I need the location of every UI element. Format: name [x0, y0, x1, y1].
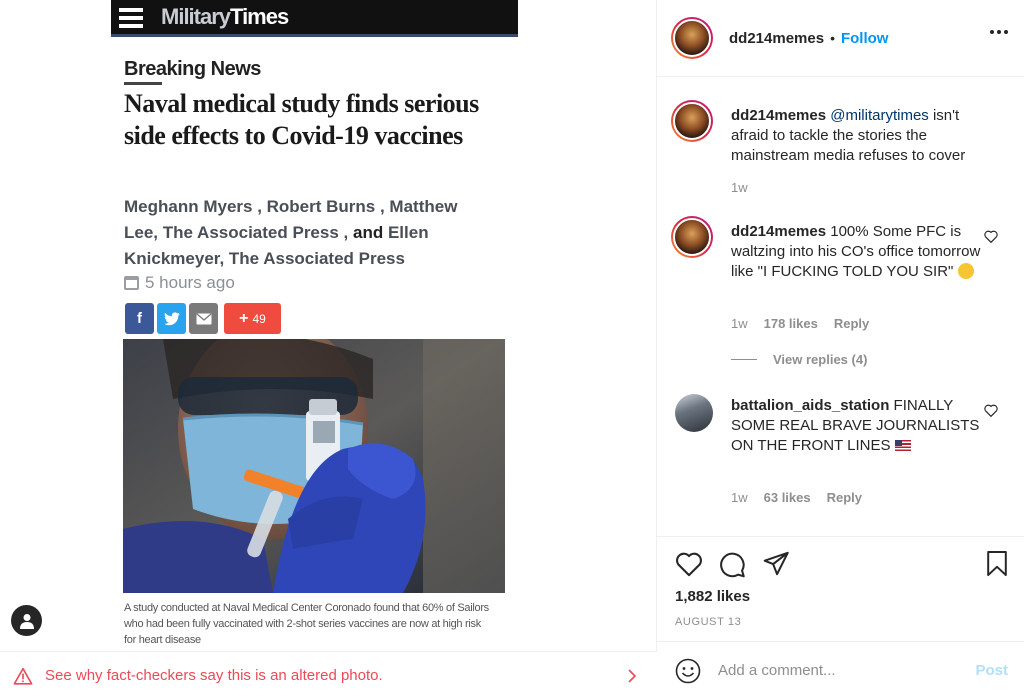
comment-reply-button[interactable]: Reply	[827, 490, 862, 505]
article-byline: Meghann Myers , Robert Burns , Matthew L…	[124, 197, 458, 268]
comment-icon[interactable]	[719, 551, 746, 578]
article-date: 5 hours ago	[124, 273, 235, 293]
article-headline: Naval medical study finds serious side e…	[124, 89, 479, 150]
post-header: dd214memes • Follow	[657, 0, 1024, 77]
site-header: MilitaryTimes	[111, 0, 518, 37]
follow-button[interactable]: Follow	[841, 30, 889, 47]
post-likes-count[interactable]: 1,882 likes	[675, 588, 750, 605]
comment-meta: 1w	[731, 180, 748, 195]
caption-comment: dd214memes @militarytimes isn't afraid t…	[671, 100, 1016, 200]
fact-check-banner[interactable]: See why fact-checkers say this is an alt…	[0, 651, 657, 699]
comment-username[interactable]: dd214memes	[731, 107, 826, 124]
warning-icon	[13, 667, 33, 685]
chevron-right-icon	[628, 669, 637, 683]
post-side-panel: dd214memes • Follow dd214memes @military…	[657, 0, 1024, 699]
author-username[interactable]: dd214memes	[729, 30, 824, 47]
us-flag-icon	[894, 440, 911, 451]
comment-mention-link[interactable]: @militarytimes	[830, 107, 929, 124]
menu-icon	[119, 8, 143, 28]
post-comment-button[interactable]: Post	[975, 662, 1008, 679]
photo-caption: A study conducted at Naval Medical Cente…	[124, 602, 489, 646]
comment-username[interactable]: dd214memes	[731, 223, 826, 240]
comment-item: dd214memes 100% Some PFC is waltzing int…	[671, 216, 1016, 336]
comment-likes[interactable]: 63 likes	[764, 490, 811, 505]
commenter-avatar[interactable]	[671, 100, 713, 142]
comment-likes[interactable]: 178 likes	[764, 316, 818, 331]
comment-meta: 1w 178 likes Reply	[731, 316, 869, 331]
emoji-icon[interactable]	[675, 658, 701, 684]
comment-username[interactable]: battalion_aids_station	[731, 397, 889, 414]
comment-input[interactable]	[718, 662, 958, 679]
comment-like-heart-icon[interactable]	[984, 404, 998, 417]
comment-time[interactable]: 1w	[731, 180, 748, 195]
laughing-emoji-icon	[957, 263, 974, 279]
commenter-avatar[interactable]	[675, 394, 713, 432]
comment-item: battalion_aids_station FINALLY SOME REAL…	[671, 394, 1016, 514]
heart-icon[interactable]	[675, 551, 703, 577]
site-logo: MilitaryTimes	[161, 4, 289, 29]
comment-reply-button[interactable]: Reply	[834, 316, 869, 331]
post-actions: 1,882 likes AUGUST 13	[657, 536, 1024, 628]
twitter-share-icon	[157, 303, 186, 334]
post-media: MilitaryTimes Breaking News Naval medica…	[0, 0, 657, 699]
share-buttons: f +49	[125, 303, 281, 334]
more-options-icon[interactable]	[990, 30, 1008, 34]
post-date[interactable]: AUGUST 13	[675, 616, 741, 628]
calendar-icon	[124, 276, 139, 290]
view-replies-button[interactable]: View replies (4)	[731, 352, 867, 367]
facebook-share-icon: f	[125, 303, 154, 334]
add-comment-bar: Post	[657, 641, 1024, 699]
comment-like-heart-icon[interactable]	[984, 230, 998, 243]
comment-text: dd214memes @militarytimes isn't afraid t…	[731, 107, 966, 164]
comment-meta: 1w 63 likes Reply	[731, 490, 862, 505]
kicker-rule	[124, 82, 162, 85]
action-bar	[657, 537, 1024, 591]
comment-time[interactable]: 1w	[731, 490, 748, 505]
more-share-button: +49	[224, 303, 281, 334]
tagged-user-icon[interactable]	[11, 605, 42, 636]
fact-check-link[interactable]: See why fact-checkers say this is an alt…	[45, 667, 383, 684]
article-photo	[123, 339, 505, 593]
email-share-icon	[189, 303, 218, 334]
header-separator: •	[830, 30, 835, 46]
comment-time[interactable]: 1w	[731, 316, 748, 331]
author-avatar[interactable]	[671, 17, 713, 59]
comment-text: battalion_aids_station FINALLY SOME REAL…	[731, 397, 980, 454]
share-icon[interactable]	[763, 551, 790, 576]
commenter-avatar[interactable]	[671, 216, 713, 258]
bookmark-icon[interactable]	[986, 550, 1008, 577]
comment-text: dd214memes 100% Some PFC is waltzing int…	[731, 223, 981, 280]
article-kicker: Breaking News	[124, 58, 261, 80]
